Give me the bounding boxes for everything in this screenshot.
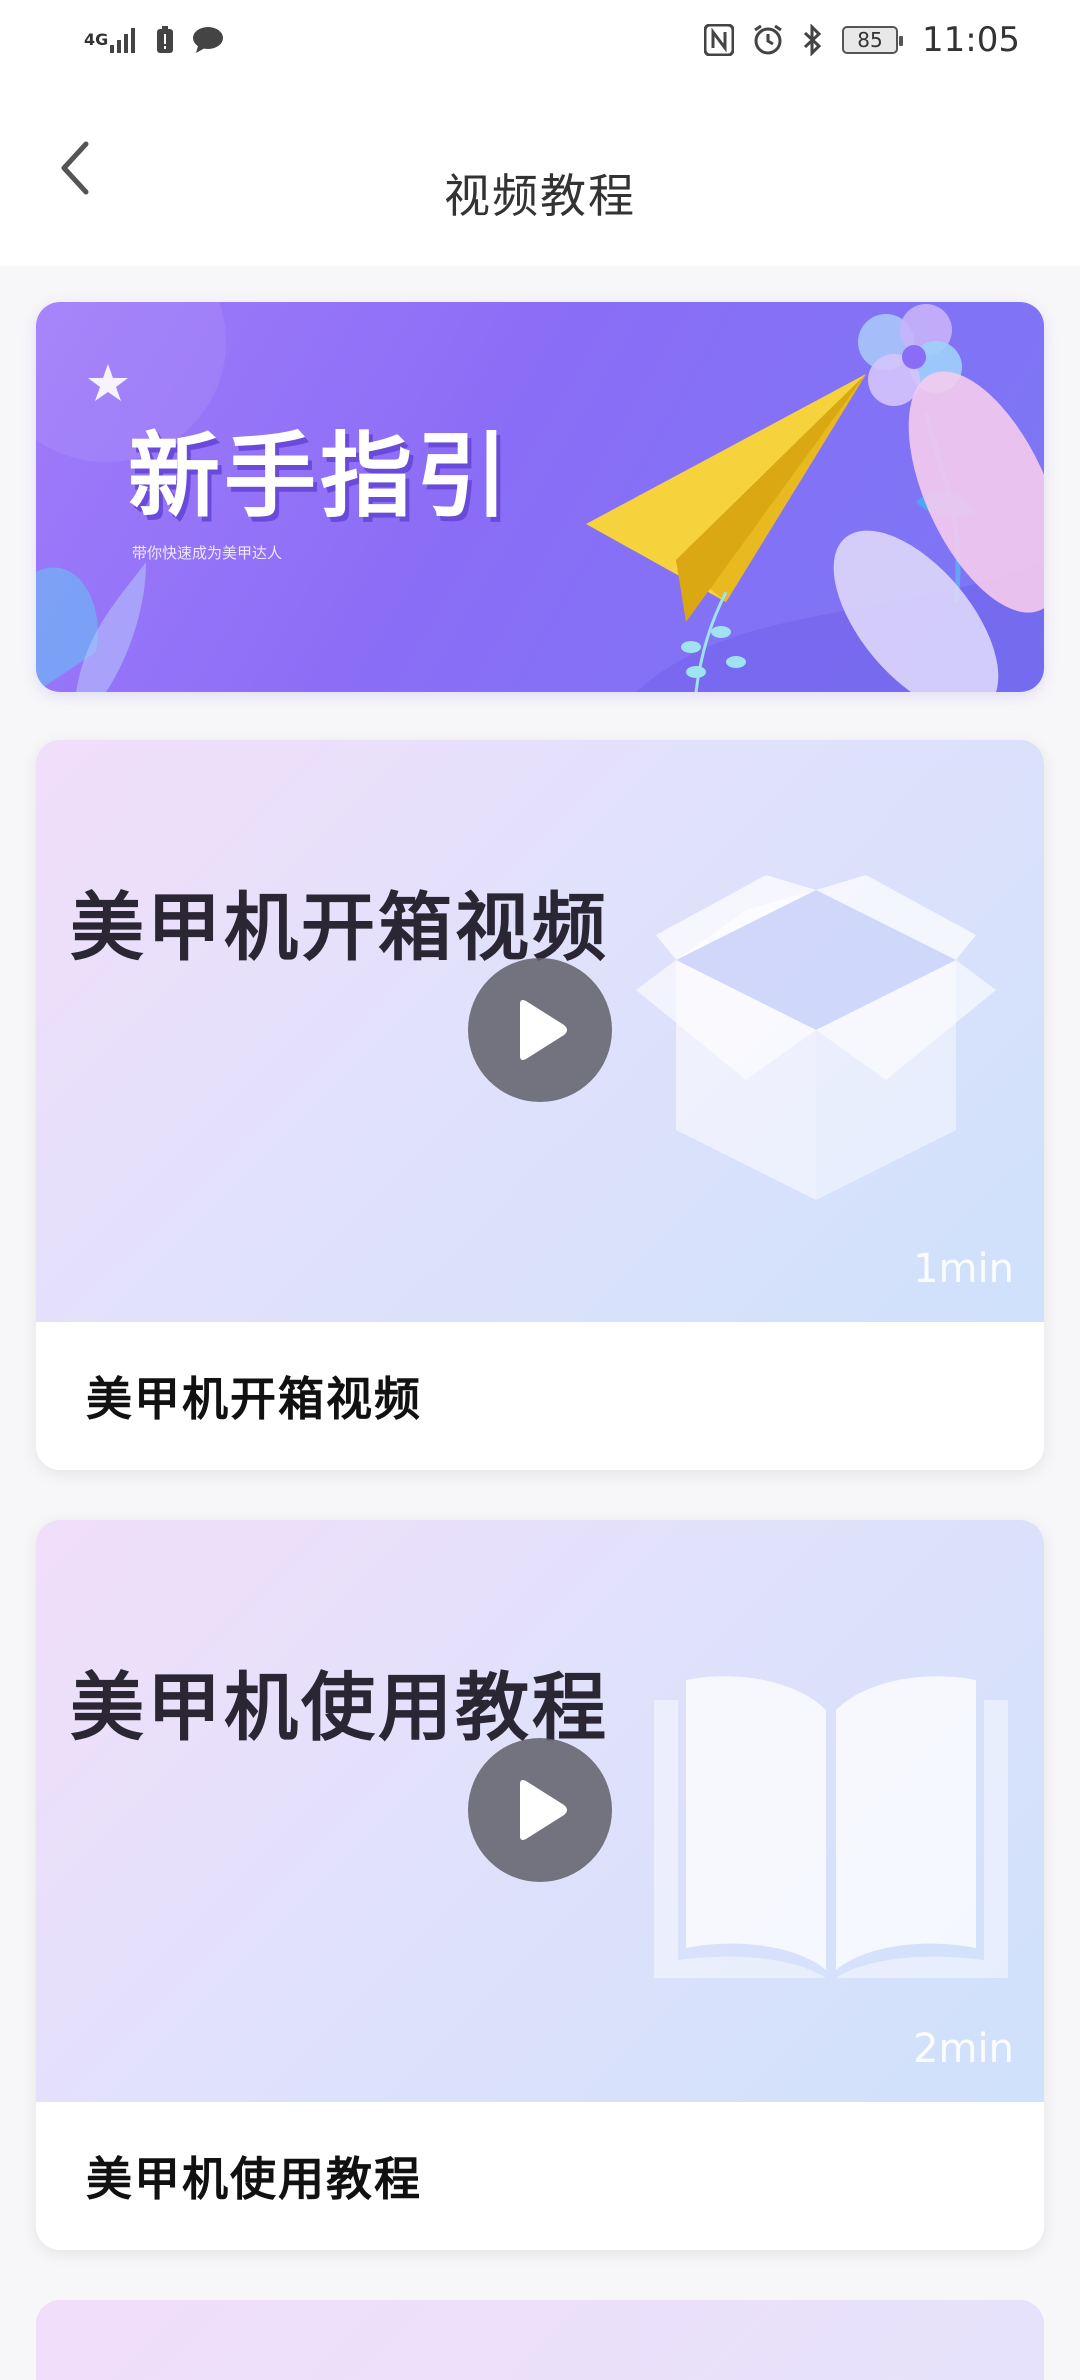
play-icon [520,1000,567,1060]
book-icon [654,1676,1008,1978]
page-title: 视频教程 [444,169,636,223]
status-left: 4G [84,26,224,54]
play-icon [520,1780,567,1840]
video-thumbnail[interactable]: 美甲机开箱视频 1min [36,740,1044,1322]
video-card[interactable]: 美甲机开箱视频 1min 美甲机开箱视频 [36,740,1044,1470]
video-duration: 2min [913,2026,1014,2072]
nfc-icon [704,24,735,56]
video-card-partial[interactable] [36,2300,1044,2380]
play-button[interactable] [468,1738,612,1882]
bluetooth-icon [802,24,824,56]
box-icon [636,875,996,1200]
video-duration: 1min [913,1246,1014,1292]
video-card[interactable]: 美甲机使用教程 2min 美甲机使用教程 [36,1520,1044,2250]
video-thumbnail[interactable]: 美甲机使用教程 2min [36,1520,1044,2102]
battery-level: 85 [857,28,883,52]
signal-icon: 4G [84,27,138,53]
video-caption: 美甲机开箱视频 [86,1372,422,1426]
header: 视频教程 [0,80,1080,266]
battery-icon: 85 [842,26,904,54]
network-type: 4G [84,30,109,49]
message-icon [192,26,224,54]
video-caption: 美甲机使用教程 [86,2152,422,2206]
alert-icon [156,26,174,54]
play-button[interactable] [468,958,612,1102]
banner-title: 新手指引 [128,423,513,530]
guide-banner[interactable]: 新手指引 带你快速成为美甲达人 [36,302,1044,692]
status-right: 85 11:05 [704,20,1020,60]
banner-subtitle: 带你快速成为美甲达人 [132,544,283,562]
clock: 11:05 [922,20,1020,60]
status-bar: 4G 85 11:05 [0,0,1080,80]
alarm-icon [752,24,784,56]
